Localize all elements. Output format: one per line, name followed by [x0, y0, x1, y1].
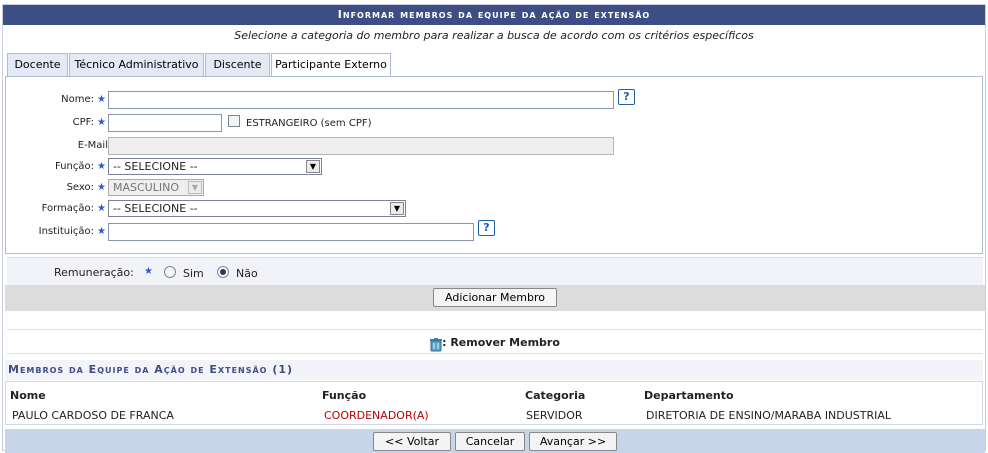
column-header-funcao: Função — [322, 389, 367, 402]
cpf-input[interactable] — [108, 114, 222, 132]
required-icon: ★ — [144, 266, 153, 277]
required-icon: ★ — [97, 94, 106, 105]
required-icon: ★ — [97, 203, 106, 214]
funcao-select[interactable]: -- SELECIONE -- ▼ — [108, 158, 322, 175]
back-button[interactable]: << Voltar — [373, 432, 451, 451]
instituicao-input[interactable] — [108, 223, 474, 241]
remuneracao-label: Remuneração: — [54, 266, 134, 279]
sexo-label: Sexo: — [66, 182, 94, 193]
sexo-selected-value: MASCULINO — [113, 181, 179, 194]
estrangeiro-label: ESTRANGEIRO (sem CPF) — [246, 118, 372, 129]
help-icon[interactable]: ? — [478, 220, 495, 236]
remuneracao-sim-radio[interactable] — [164, 266, 176, 278]
remuneracao-sim-label: Sim — [183, 267, 204, 280]
chevron-down-icon: ▼ — [390, 202, 404, 215]
member-departamento: DIRETORIA DE ENSINO/MARABA INDUSTRIAL — [646, 409, 892, 422]
help-icon[interactable]: ? — [618, 89, 635, 105]
add-member-button[interactable]: Adicionar Membro — [433, 288, 557, 307]
legend: : Remover Membro — [7, 329, 983, 354]
required-icon: ★ — [97, 161, 106, 172]
page-subtitle: Selecione a categoria do membro para rea… — [234, 29, 754, 42]
funcao-selected-value: -- SELECIONE -- — [113, 160, 198, 173]
main-panel: Informar membros da equipe da ação de ex… — [2, 4, 986, 453]
tab-participante-externo[interactable]: Participante Externo — [271, 53, 391, 77]
chevron-down-icon: ▼ — [188, 181, 202, 194]
cpf-label: CPF: — [72, 117, 94, 128]
column-header-departamento: Departamento — [644, 389, 734, 402]
tab-tecnico-administrativo[interactable]: Técnico Administrativo — [69, 53, 204, 76]
member-nome: PAULO CARDOSO DE FRANCA — [12, 409, 174, 422]
cancel-button[interactable]: Cancelar — [455, 432, 525, 451]
member-categoria: SERVIDOR — [526, 409, 583, 422]
required-icon: ★ — [97, 182, 106, 193]
funcao-label: Função: — [55, 161, 94, 172]
instituicao-label: Instituição: — [38, 226, 94, 237]
members-section-title: Membros da Equipe da Ação de Extensão (1… — [5, 360, 983, 380]
remuneracao-nao-label: Não — [236, 267, 258, 280]
required-icon: ★ — [97, 117, 106, 128]
sexo-select[interactable]: MASCULINO ▼ — [108, 179, 204, 196]
member-funcao: COORDENADOR(A) — [324, 409, 429, 422]
footer-bar: << Voltar Cancelar Avançar >> — [5, 429, 985, 453]
next-button[interactable]: Avançar >> — [529, 432, 617, 451]
trash-icon — [430, 336, 443, 352]
email-input[interactable] — [108, 137, 614, 155]
legend-label: : Remover Membro — [442, 336, 560, 349]
column-header-categoria: Categoria — [525, 389, 586, 402]
add-member-bar: Adicionar Membro — [5, 285, 985, 311]
nome-label: Nome: — [61, 94, 94, 105]
estrangeiro-checkbox[interactable] — [228, 115, 240, 127]
required-icon: ★ — [97, 226, 106, 237]
column-header-nome: Nome — [10, 389, 46, 402]
remuneracao-nao-radio[interactable] — [217, 266, 229, 278]
formacao-selected-value: -- SELECIONE -- — [113, 202, 198, 215]
formacao-label: Formação: — [41, 203, 94, 214]
tab-docente[interactable]: Docente — [7, 53, 68, 76]
tab-discente[interactable]: Discente — [205, 53, 270, 76]
page-title: Informar membros da equipe da ação de ex… — [3, 5, 985, 25]
remuneracao-row: Remuneração: ★ Sim Não — [7, 257, 983, 285]
nome-input[interactable] — [108, 91, 614, 109]
email-label: E-Mail — [77, 140, 108, 151]
members-table: Nome Função Categoria Departamento PAULO… — [5, 381, 983, 425]
participante-externo-form: Nome: ★ ? CPF: ★ ESTRANGEIRO (sem CPF) E… — [5, 76, 983, 254]
chevron-down-icon: ▼ — [306, 160, 320, 173]
formacao-select[interactable]: -- SELECIONE -- ▼ — [108, 200, 406, 217]
